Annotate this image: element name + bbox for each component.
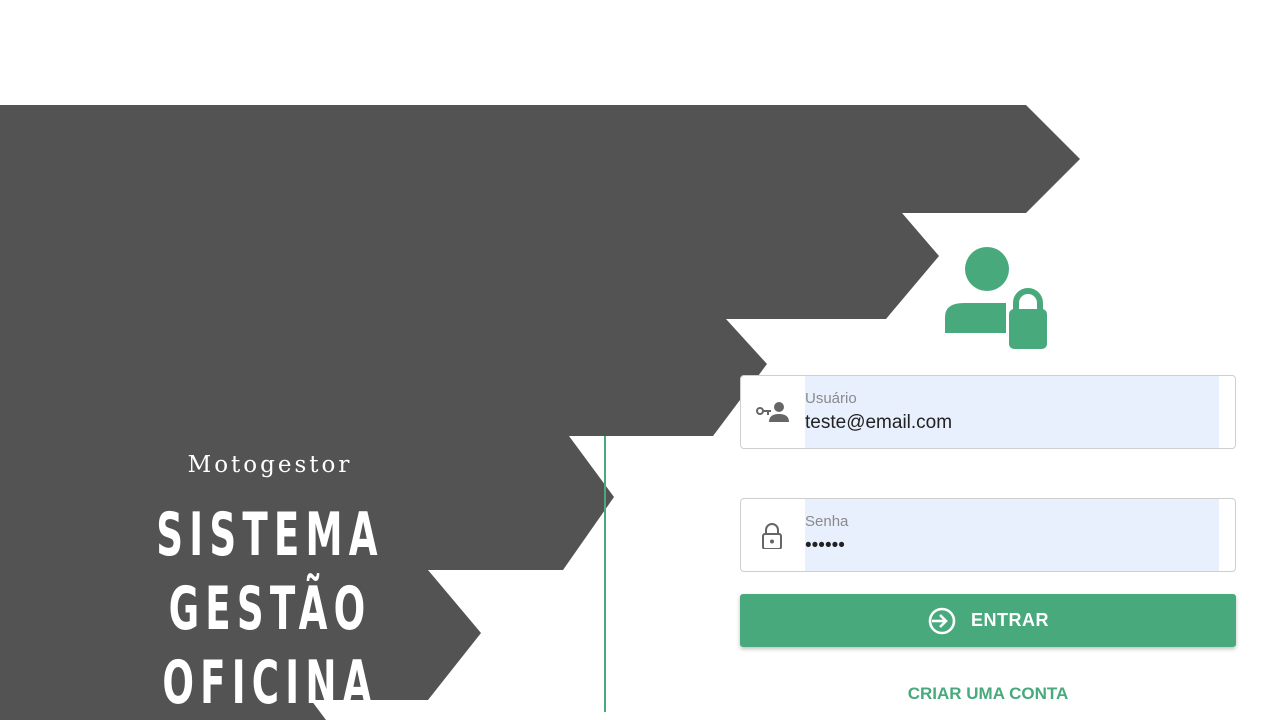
password-input[interactable]	[805, 535, 1205, 557]
username-input[interactable]	[805, 412, 1205, 434]
create-account-link[interactable]: CRIAR UMA CONTA	[740, 684, 1236, 704]
username-label: Usuário	[805, 390, 857, 407]
divider-line	[604, 436, 606, 712]
enter-button-label: ENTRAR	[971, 610, 1049, 630]
login-arrow-icon	[928, 607, 956, 634]
brand-title-line1: SISTEMA GESTÃO	[156, 500, 384, 644]
lock-icon	[762, 523, 782, 549]
user-lock-icon	[945, 247, 1047, 349]
brand-title-line2: OFICINA	[162, 648, 378, 718]
brand-title: SISTEMA GESTÃO OFICINA	[103, 498, 438, 720]
password-field[interactable]: Senha	[740, 498, 1236, 572]
enter-button[interactable]: ENTRAR	[740, 594, 1236, 647]
username-field[interactable]: Usuário	[740, 375, 1236, 449]
brand-subtitle: Motogestor	[187, 452, 353, 478]
user-key-icon	[756, 402, 789, 422]
password-label: Senha	[805, 513, 849, 530]
